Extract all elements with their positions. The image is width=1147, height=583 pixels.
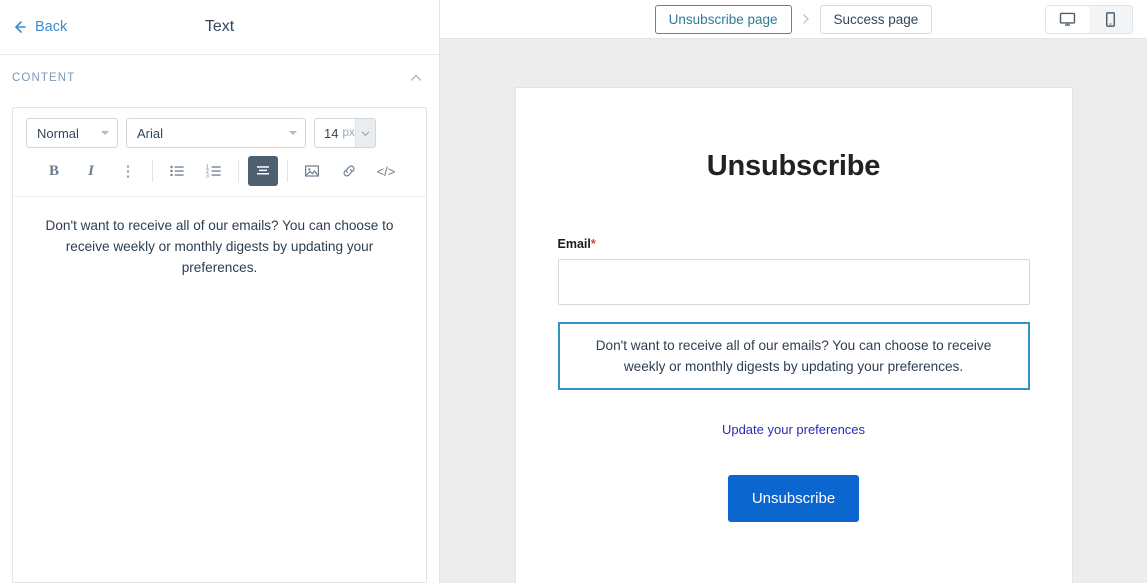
bold-button[interactable]: B <box>39 156 69 186</box>
rich-text-editor: Normal Arial 14 px <box>12 107 427 583</box>
selected-text-block[interactable]: Don't want to receive all of our emails?… <box>558 322 1030 390</box>
back-label: Back <box>35 19 67 35</box>
preview-canvas: Unsubscribe Email* Don't want to receive… <box>440 39 1147 583</box>
link-icon <box>341 163 357 179</box>
back-arrow-icon <box>12 19 28 35</box>
app-root: Back Text CONTENT Normal Arial <box>0 0 1147 583</box>
font-size-stepper[interactable]: 14 px <box>314 118 376 148</box>
numbered-list-button[interactable]: 1 2 3 <box>199 156 229 186</box>
font-family-value: Arial <box>137 126 163 141</box>
mobile-preview-button[interactable] <box>1089 6 1132 33</box>
font-size-unit: px <box>338 127 354 139</box>
source-code-button[interactable]: </> <box>371 156 401 186</box>
italic-icon: I <box>88 163 94 180</box>
preview-side: Unsubscribe page Success page <box>440 0 1147 583</box>
back-button[interactable]: Back <box>12 19 67 35</box>
code-icon: </> <box>377 164 396 179</box>
unsubscribe-submit-button[interactable]: Unsubscribe <box>728 475 859 522</box>
preview-heading: Unsubscribe <box>558 150 1030 183</box>
chevron-down-icon <box>360 128 371 139</box>
align-center-icon <box>255 163 271 179</box>
content-section-header[interactable]: CONTENT <box>0 59 439 97</box>
chevron-up-icon[interactable] <box>407 69 425 87</box>
toolbar-divider <box>238 160 239 182</box>
mobile-icon <box>1102 11 1119 28</box>
vertical-dots-icon: ⋮ <box>121 162 136 180</box>
device-preview-toggle <box>1045 5 1133 34</box>
tab-success-page[interactable]: Success page <box>820 5 933 34</box>
tab-unsubscribe-page-label: Unsubscribe page <box>669 12 778 27</box>
align-center-button[interactable] <box>248 156 278 186</box>
desktop-preview-button[interactable] <box>1046 6 1089 33</box>
insert-image-button[interactable] <box>297 156 327 186</box>
unsubscribe-page-card: Unsubscribe Email* Don't want to receive… <box>515 87 1073 583</box>
chevron-right-icon <box>799 12 813 26</box>
insert-link-button[interactable] <box>334 156 364 186</box>
font-size-value[interactable]: 14 <box>315 126 338 141</box>
required-asterisk: * <box>591 237 596 251</box>
image-icon <box>304 163 320 179</box>
panel-header: Back Text <box>0 0 439 55</box>
font-size-dropdown-button[interactable] <box>355 118 375 148</box>
chevron-down-icon <box>289 131 297 135</box>
preview-top-bar: Unsubscribe page Success page <box>440 0 1147 39</box>
chevron-down-icon <box>101 131 109 135</box>
email-input[interactable] <box>558 259 1030 305</box>
bulleted-list-icon <box>169 163 185 179</box>
toolbar-divider <box>287 160 288 182</box>
tab-success-page-label: Success page <box>834 12 919 27</box>
svg-text:3: 3 <box>206 173 209 179</box>
page-tabs: Unsubscribe page Success page <box>655 5 933 34</box>
more-options-button[interactable]: ⋮ <box>113 156 143 186</box>
text-style-dropdown[interactable]: Normal <box>26 118 118 148</box>
section-title: CONTENT <box>12 72 75 84</box>
email-field-label: Email* <box>558 237 1030 251</box>
update-preferences-link[interactable]: Update your preferences <box>558 422 1030 437</box>
bold-icon: B <box>49 163 59 180</box>
numbered-list-icon: 1 2 3 <box>206 163 222 179</box>
font-family-dropdown[interactable]: Arial <box>126 118 306 148</box>
left-editor-panel: Back Text CONTENT Normal Arial <box>0 0 440 583</box>
tab-unsubscribe-page[interactable]: Unsubscribe page <box>655 5 792 34</box>
text-style-value: Normal <box>37 126 79 141</box>
italic-button[interactable]: I <box>76 156 106 186</box>
submit-button-wrap: Unsubscribe <box>558 475 1030 522</box>
bulleted-list-button[interactable] <box>162 156 192 186</box>
editor-toolbar-secondary: B I ⋮ <box>13 154 426 197</box>
desktop-icon <box>1059 11 1076 28</box>
editor-toolbar-primary: Normal Arial 14 px <box>13 108 426 154</box>
email-label-text: Email <box>558 237 591 251</box>
toolbar-divider <box>152 160 153 182</box>
editor-text-content[interactable]: Don't want to receive all of our emails?… <box>13 197 426 278</box>
